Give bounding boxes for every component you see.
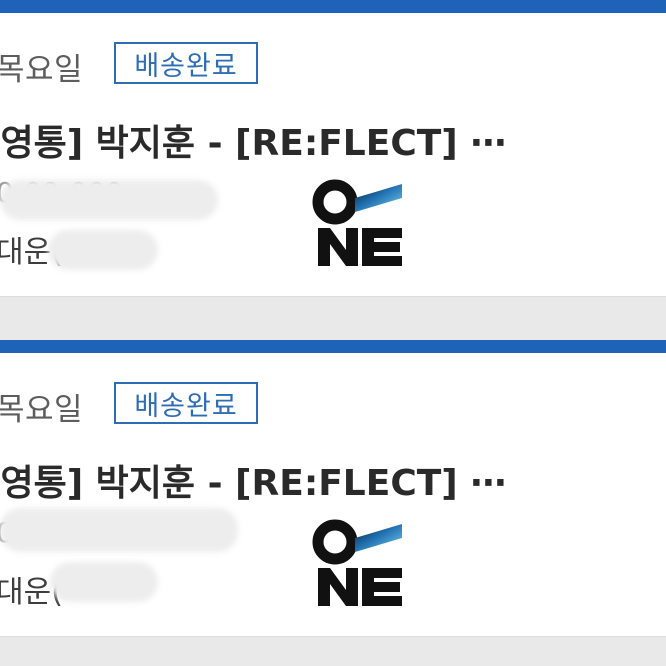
redaction-blur xyxy=(0,508,238,552)
redaction-blur xyxy=(48,230,158,270)
product-title[interactable]: [영통] 박지훈 - [RE:FLECT] ⋯ xyxy=(0,454,506,506)
status-badge[interactable]: 배송완료 xyxy=(114,382,258,424)
card-top-accent-bar xyxy=(0,340,666,353)
redaction-blur xyxy=(0,180,218,220)
one-logo-icon xyxy=(312,519,402,606)
order-card[interactable]: 목요일 배송완료 [영통] 박지훈 - [RE:FLECT] ⋯ 0-00-00… xyxy=(0,0,666,297)
redaction-blur xyxy=(50,562,158,602)
order-weekday: 목요일 xyxy=(0,392,84,428)
status-badge[interactable]: 배송완료 xyxy=(114,42,258,84)
product-title[interactable]: [영통] 박지훈 - [RE:FLECT] ⋯ xyxy=(0,114,506,166)
order-card[interactable]: 목요일 배송완료 [영통] 박지훈 - [RE:FLECT] ⋯ 0-00-00… xyxy=(0,340,666,637)
card-top-accent-bar xyxy=(0,0,666,13)
one-logo-icon xyxy=(312,179,402,266)
order-weekday: 목요일 xyxy=(0,52,84,88)
